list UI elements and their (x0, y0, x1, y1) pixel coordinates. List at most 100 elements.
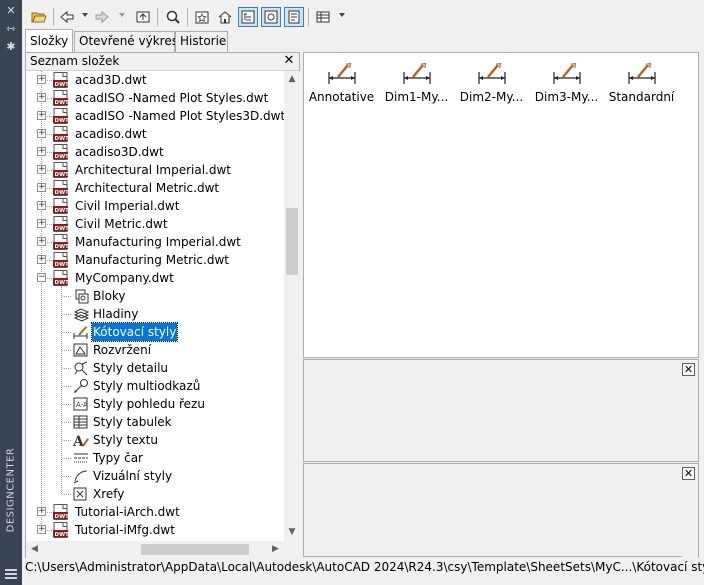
tree-item-template[interactable]: + DWT Architectural Metric.dwt (26, 179, 284, 197)
tree-item-template[interactable]: + DWT Civil Imperial.dwt (26, 197, 284, 215)
scroll-thumb[interactable] (286, 208, 298, 275)
tree-item-label: Tutorial-iMfg.dwt (75, 523, 175, 537)
dimension-style-icon (628, 62, 656, 84)
expand-icon[interactable]: + (37, 165, 46, 174)
tree-item-template[interactable]: + DWT Civil Metric.dwt (26, 215, 284, 233)
menu-icon[interactable] (5, 567, 17, 579)
tree-item-template[interactable]: + DWT acad3D.dwt (26, 71, 284, 89)
expand-icon[interactable]: + (37, 183, 46, 192)
tree-item-template[interactable]: + DWT acadiso3D.dwt (26, 143, 284, 161)
tree-item-category[interactable]: Typy čar (26, 449, 284, 467)
scroll-thumb[interactable] (141, 544, 249, 555)
properties-gear-icon[interactable]: ✱ (4, 40, 18, 54)
dimstyle-item[interactable]: Dim1-My... (379, 59, 454, 109)
tree-toggle-button[interactable] (238, 7, 258, 27)
tree-vertical-scrollbar[interactable]: ▲ ▼ (284, 71, 300, 541)
collapse-icon[interactable]: − (37, 273, 46, 282)
expand-icon[interactable]: + (37, 93, 46, 102)
tree-item-template[interactable]: + DWT Manufacturing Metric.dwt (26, 251, 284, 269)
tree-item-category[interactable]: Kótovací styly (26, 322, 284, 342)
back-button[interactable] (57, 7, 77, 27)
scroll-up-icon[interactable]: ▲ (284, 71, 300, 88)
tree-item-label: MyCompany.dwt (75, 271, 174, 285)
tab-folders[interactable]: Složky (25, 29, 73, 52)
home-button[interactable] (215, 7, 235, 27)
search-button[interactable] (163, 7, 183, 27)
dwt-file-icon: DWT (53, 252, 71, 268)
views-button[interactable] (313, 7, 333, 27)
forward-button[interactable] (92, 7, 112, 27)
expand-icon[interactable]: + (37, 111, 46, 120)
tree-item-label: Bloky (93, 289, 126, 303)
dimstyle-item[interactable]: Dim2-My... (454, 59, 529, 109)
section-icon: A-A (72, 396, 90, 412)
status-bar: C:\Users\Administrator\AppData\Local\Aut… (22, 558, 704, 585)
expand-icon[interactable]: + (37, 147, 46, 156)
svg-text:DWT: DWT (55, 280, 70, 286)
tree-item-template[interactable]: + DWT Manufacturing Imperial.dwt (26, 233, 284, 251)
close-icon[interactable]: ✕ (282, 54, 296, 68)
expand-icon[interactable]: + (37, 525, 46, 534)
favorites-button[interactable] (192, 7, 212, 27)
forward-dropdown-icon[interactable] (119, 13, 125, 17)
content-area[interactable]: Annotative Dim1-My... Dim2-My... Dim3-My...… (303, 52, 699, 358)
svg-text:DWT: DWT (55, 154, 70, 160)
home-icon (218, 11, 232, 24)
tree-item-category[interactable]: Bloky (26, 287, 284, 305)
tree-item-category[interactable]: Styly detailu (26, 359, 284, 377)
tree-item-category[interactable]: Styly tabulek (26, 413, 284, 431)
tree-item-template[interactable]: + DWT acadISO -Named Plot Styles3D.dwt (26, 107, 284, 125)
tree-item-label-selected: Kótovací styly (90, 322, 179, 342)
dimstyle-item[interactable]: Dim3-My... (529, 59, 604, 109)
tree-item-category[interactable]: Rozvržení (26, 341, 284, 359)
tree-item-category[interactable]: Styly multiodkazů (26, 377, 284, 395)
dimstyle-item[interactable]: Annotative (304, 59, 379, 109)
expand-icon[interactable]: + (37, 507, 46, 516)
tree-item-template[interactable]: + DWT acadISO -Named Plot Styles.dwt (26, 89, 284, 107)
expand-icon[interactable]: + (37, 237, 46, 246)
palette-title: DESIGNCENTER (5, 447, 17, 533)
folder-tree[interactable]: + DWT acad3D.dwt + DWT acadISO -Named Plot St… (26, 71, 284, 541)
palette-titlebar[interactable]: ✕ ⇿ ✱ DESIGNCENTER (0, 0, 22, 585)
tree-item-category[interactable]: Xrefy (26, 485, 284, 503)
expand-icon[interactable]: + (37, 129, 46, 138)
tree-item-template[interactable]: + DWT Tutorial-iArch.dwt (26, 503, 284, 521)
tab-open-drawings[interactable]: Otevřené výkresy (74, 31, 185, 52)
close-icon[interactable]: ✕ (682, 467, 695, 480)
tree-item-template[interactable]: + DWT Architectural Imperial.dwt (26, 161, 284, 179)
svg-text:DWT: DWT (55, 118, 70, 124)
tree-item-template[interactable]: + DWT acadiso.dwt (26, 125, 284, 143)
tree-item-category[interactable]: Hladiny (26, 305, 284, 323)
autohide-icon[interactable]: ⇿ (4, 22, 18, 36)
expand-icon[interactable]: + (37, 219, 46, 228)
tree-item-template[interactable]: + DWT Tutorial-iMfg.dwt (26, 521, 284, 539)
tree-item-label: acadiso.dwt (75, 127, 147, 141)
expand-icon[interactable]: + (37, 201, 46, 210)
tree-horizontal-scrollbar[interactable]: ◀ ▶ (26, 541, 284, 558)
preview-toggle-button[interactable] (261, 7, 281, 27)
tree-item-label: Tutorial-iArch.dwt (75, 505, 180, 519)
back-dropdown-icon[interactable] (82, 13, 88, 17)
tree-item-category[interactable]: Vizuální styly (26, 467, 284, 485)
load-button[interactable] (29, 7, 49, 27)
tree-item-category[interactable]: A Styly textu (26, 431, 284, 450)
tree-item-template[interactable]: − DWT MyCompany.dwt (26, 269, 284, 287)
description-scrollbar[interactable] (682, 481, 698, 557)
close-icon[interactable]: ✕ (682, 363, 695, 376)
up-button[interactable] (133, 7, 153, 27)
blocks-icon (72, 288, 90, 304)
tree-item-category[interactable]: A-A Styly pohledu řezu (26, 395, 284, 413)
views-dropdown-icon[interactable] (339, 13, 345, 17)
scroll-left-icon[interactable]: ◀ (26, 541, 43, 558)
scroll-down-icon[interactable]: ▼ (284, 524, 300, 541)
tab-history[interactable]: Historie (175, 31, 228, 52)
tree-panel-header: Seznam složek ✕ (26, 53, 299, 71)
description-toggle-button[interactable] (284, 7, 304, 27)
close-icon[interactable]: ✕ (4, 4, 18, 18)
dimstyle-item[interactable]: Standardní (604, 59, 679, 109)
expand-icon[interactable]: + (37, 255, 46, 264)
scroll-right-icon[interactable]: ▶ (267, 541, 284, 558)
tree-item-label: acadISO -Named Plot Styles.dwt (75, 91, 269, 105)
folder-tree-panel: Seznam složek ✕ + DWT acad3D.dwt + DWT acadIS… (25, 52, 300, 558)
expand-icon[interactable]: + (37, 75, 46, 84)
